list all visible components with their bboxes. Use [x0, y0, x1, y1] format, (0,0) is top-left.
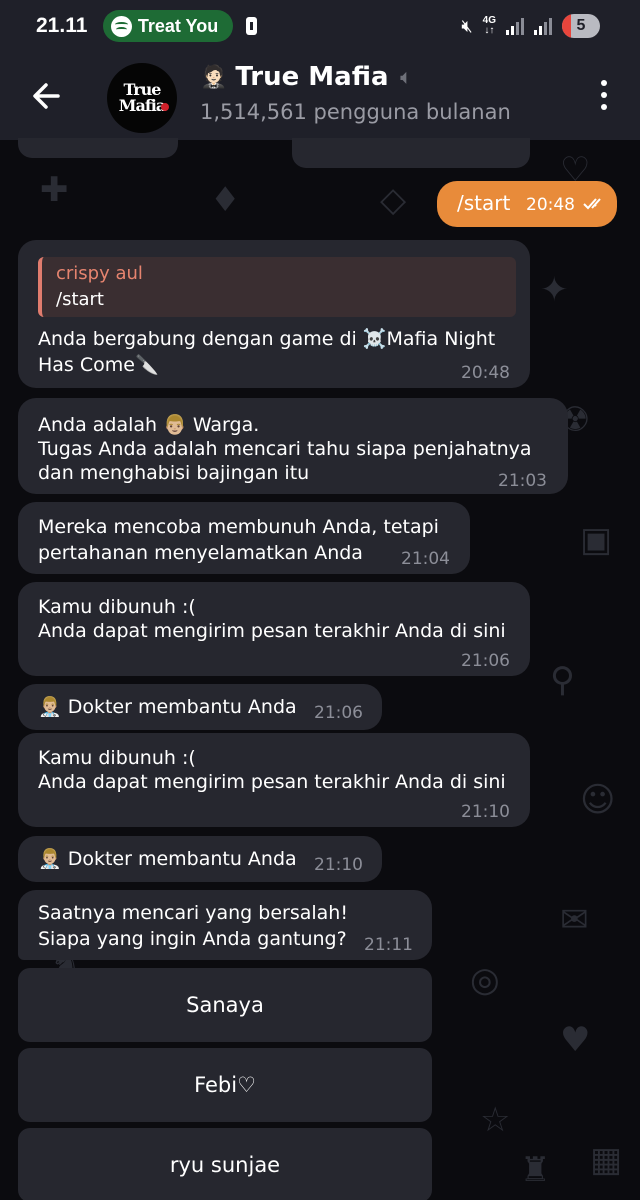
message-line: Tugas Anda adalah mencari tahu siapa pen… — [38, 438, 532, 460]
message-line: Kamu dibunuh :( — [38, 596, 196, 618]
battery-icon: 5 — [562, 14, 600, 38]
message-time: 21:06 — [314, 703, 363, 723]
chat-header: True Mafia 🤵🏻 True Mafia 🔈︎ 1,514,561 pe… — [0, 54, 640, 140]
message-line: 👨🏼‍⚕️ Dokter membantu Anda — [38, 848, 297, 870]
message-line: Anda adalah 👨🏼 Warga. — [38, 414, 260, 436]
battery-level: 5 — [576, 17, 586, 34]
message-time: 21:06 — [461, 651, 510, 671]
now-playing-pill[interactable]: Treat You — [103, 10, 233, 42]
clock: 21.11 — [36, 14, 88, 37]
now-playing-title: Treat You — [137, 15, 219, 36]
incoming-message[interactable]: 👨🏼‍⚕️ Dokter membantu Anda 21:10 — [18, 836, 382, 882]
signal-icon-sim2 — [534, 17, 552, 35]
message-line: Anda dapat mengirim pesan terakhir Anda … — [38, 771, 506, 793]
message-line: Saatnya mencari yang bersalah! — [38, 902, 348, 924]
incoming-message[interactable]: Anda adalah 👨🏼 Warga. Tugas Anda adalah … — [18, 398, 568, 494]
incoming-message[interactable]: Mereka mencoba membunuh Anda, tetapi per… — [18, 502, 470, 574]
incoming-message[interactable]: Kamu dibunuh :( Anda dapat mengirim pesa… — [18, 733, 530, 827]
signal-icon — [506, 17, 524, 35]
incoming-message[interactable]: Saatnya mencari yang bersalah! Siapa yan… — [18, 890, 432, 960]
message-line: Kamu dibunuh :( — [38, 747, 196, 769]
avatar[interactable]: True Mafia — [107, 63, 177, 133]
incoming-message[interactable]: Kamu dibunuh :( Anda dapat mengirim pesa… — [18, 582, 530, 676]
network-type: 4G ↓↑ — [482, 15, 496, 36]
message-time: 21:04 — [401, 549, 450, 569]
message-line: pertahanan menyelamatkan Anda — [38, 542, 363, 564]
media-notification-icon — [246, 17, 257, 35]
partial-message — [18, 138, 178, 158]
vote-button-sanaya[interactable]: Sanaya — [18, 968, 432, 1042]
message-time: 20:48 — [526, 195, 575, 215]
chat-title[interactable]: 🤵🏻 True Mafia 🔈︎ — [200, 62, 411, 92]
message-line: Anda dapat mengirim pesan terakhir Anda … — [38, 620, 506, 642]
message-time: 21:11 — [364, 935, 413, 955]
muted-speaker-icon: 🔈︎ — [400, 66, 412, 88]
vote-button-febi[interactable]: Febi♡ — [18, 1048, 432, 1122]
message-text: /start — [457, 191, 511, 215]
incoming-message[interactable]: 👨🏼‍⚕️ Dokter membantu Anda 21:06 — [18, 684, 382, 730]
chat-subtitle: 1,514,561 pengguna bulanan — [200, 100, 511, 124]
incoming-message[interactable]: crispy aul /start Anda bergabung dengan … — [18, 240, 530, 388]
status-icons: 🔇︎ 4G ↓↑ 5 — [461, 14, 600, 38]
message-line: dan menghabisi bajingan itu — [38, 462, 310, 484]
vote-button-ryu-sunjae[interactable]: ryu sunjae — [18, 1128, 432, 1200]
title-emoji: 🤵🏻 — [200, 64, 228, 90]
status-bar: 21.11 Treat You 🔇︎ 4G ↓↑ 5 — [0, 0, 640, 54]
mute-icon: 🔇︎ — [461, 15, 473, 36]
message-line: Has Come🔪 — [38, 354, 159, 376]
reply-text: /start — [56, 289, 104, 310]
message-time: 20:48 — [461, 363, 510, 383]
chat-title-text: True Mafia — [235, 62, 389, 92]
message-time: 21:03 — [498, 471, 547, 491]
message-line: Siapa yang ingin Anda gantung? — [38, 928, 347, 950]
reply-quote[interactable]: crispy aul /start — [38, 257, 516, 317]
spotify-icon — [111, 15, 132, 37]
more-vertical-icon[interactable] — [600, 80, 608, 110]
message-line: Mereka mencoba membunuh Anda, tetapi — [38, 516, 439, 538]
message-time: 21:10 — [461, 802, 510, 822]
message-line: Anda bergabung dengan game di ☠️Mafia Ni… — [38, 328, 496, 350]
outgoing-message[interactable]: /start 20:48 — [437, 181, 617, 227]
message-line: 👨🏼‍⚕️ Dokter membantu Anda — [38, 696, 297, 718]
double-check-icon — [583, 198, 601, 210]
partial-message — [292, 138, 530, 168]
reply-author: crispy aul — [56, 263, 143, 284]
arrow-left-icon[interactable] — [28, 76, 68, 116]
message-time: 21:10 — [314, 855, 363, 875]
